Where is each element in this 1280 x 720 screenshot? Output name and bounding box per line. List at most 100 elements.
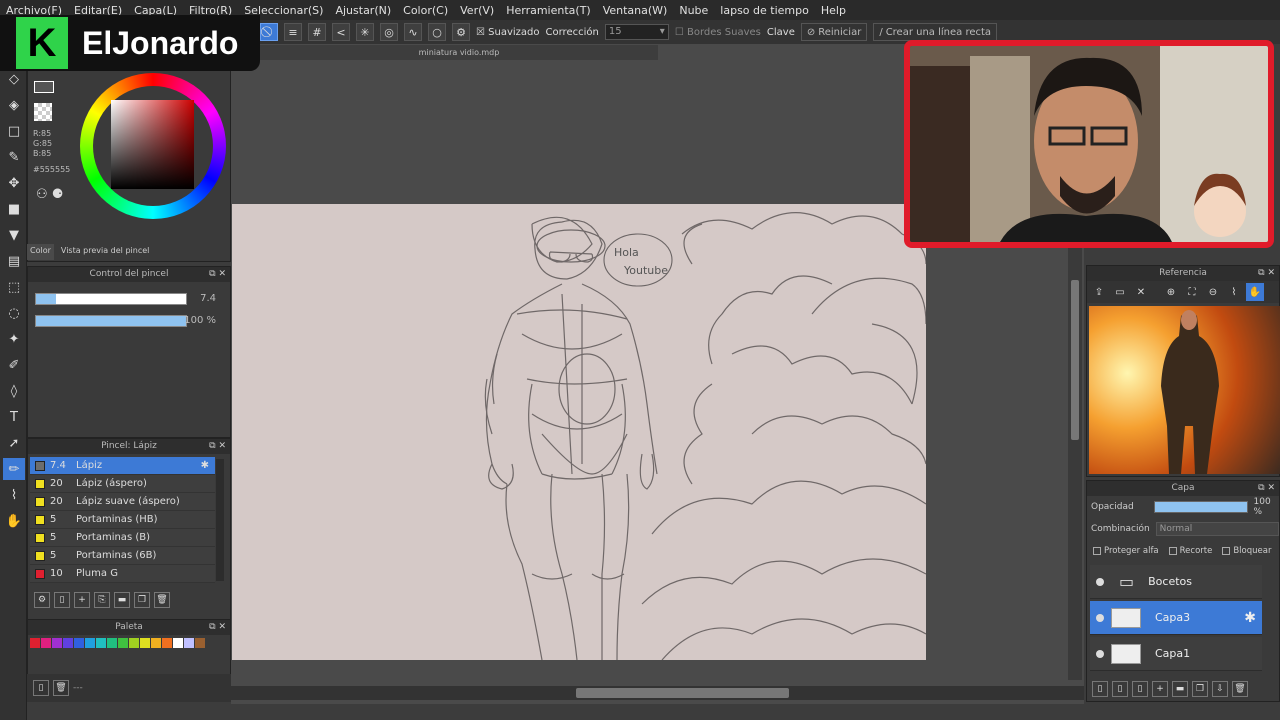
tab-color[interactable]: Color bbox=[27, 244, 54, 260]
gear-icon[interactable]: ✱ bbox=[1244, 610, 1256, 626]
menu-ajustar[interactable]: Ajustar(N) bbox=[335, 4, 391, 17]
snap-vanish-icon[interactable]: < bbox=[332, 23, 350, 41]
new-palette-icon[interactable]: ▯ bbox=[33, 680, 49, 696]
gradient-tool-icon[interactable]: ▤ bbox=[3, 250, 25, 272]
snap-off-icon[interactable]: ⃠ bbox=[260, 23, 278, 41]
select-eraser-tool-icon[interactable]: ◊ bbox=[3, 380, 25, 402]
add-layer-icon[interactable]: + bbox=[1152, 681, 1168, 697]
duplicate-icon[interactable]: ❐ bbox=[1192, 681, 1208, 697]
rectangle-tool-icon[interactable]: □ bbox=[3, 120, 25, 142]
brush-item[interactable]: 10 Pluma G bbox=[30, 565, 215, 583]
eyedropper-icon[interactable]: ⌇ bbox=[1225, 283, 1243, 301]
saturation-value-square[interactable] bbox=[111, 100, 194, 189]
palette-swatch[interactable] bbox=[162, 638, 172, 648]
folder-icon[interactable]: ▬ bbox=[1172, 681, 1188, 697]
ellipsis-icon[interactable]: --- bbox=[73, 683, 83, 693]
snap-parallel-icon[interactable]: ≡ bbox=[284, 23, 302, 41]
lasso-tool-icon[interactable]: ◌ bbox=[3, 302, 25, 324]
menu-herramienta[interactable]: Herramienta(T) bbox=[506, 4, 591, 17]
palette-swatch[interactable] bbox=[184, 638, 194, 648]
merge-icon[interactable]: ⇩ bbox=[1212, 681, 1228, 697]
palette-swatch[interactable] bbox=[140, 638, 150, 648]
layer-folder-bocetos[interactable]: ▭ Bocetos bbox=[1090, 565, 1262, 599]
new-brush-icon[interactable]: ▯ bbox=[54, 592, 70, 608]
document-tab[interactable]: miniatura vidio.mdp bbox=[260, 45, 658, 60]
palette-swatch[interactable] bbox=[30, 638, 40, 648]
bucket-tool-icon[interactable]: ▼ bbox=[3, 224, 25, 246]
menu-help[interactable]: Help bbox=[821, 4, 846, 17]
duplicate-icon[interactable]: ❐ bbox=[134, 592, 150, 608]
text-tool-icon[interactable]: T bbox=[3, 406, 25, 428]
brush-item[interactable]: 20 Lápiz suave (áspero) bbox=[30, 493, 215, 511]
layer-capa1[interactable]: Capa1 bbox=[1090, 637, 1262, 671]
hand-icon[interactable]: ✋ bbox=[1246, 283, 1264, 301]
new-layer-1bit-icon[interactable]: ▯ bbox=[1132, 681, 1148, 697]
new-layer-8bit-icon[interactable]: ▯ bbox=[1112, 681, 1128, 697]
visibility-icon[interactable] bbox=[1096, 613, 1104, 622]
proteger-alfa-checkbox[interactable]: Proteger alfa bbox=[1093, 546, 1159, 556]
correccion-select[interactable]: 15 ▾ bbox=[604, 24, 669, 40]
snap-circle-icon[interactable]: ○ bbox=[428, 23, 446, 41]
visibility-icon[interactable] bbox=[1096, 649, 1104, 658]
panel-close-icon[interactable]: ⧉ ✕ bbox=[209, 620, 226, 635]
snap-curve-icon[interactable]: ∿ bbox=[404, 23, 422, 41]
recorte-checkbox[interactable]: Recorte bbox=[1168, 546, 1212, 556]
select-rect-tool-icon[interactable]: ⬚ bbox=[3, 276, 25, 298]
operation-tool-icon[interactable]: ➚ bbox=[3, 432, 25, 454]
palette-swatch[interactable] bbox=[52, 638, 62, 648]
reference-image[interactable] bbox=[1089, 306, 1280, 474]
layer-capa3[interactable]: Capa3 ✱ bbox=[1090, 601, 1262, 635]
brush-item[interactable]: 20 Lápiz (áspero) bbox=[30, 475, 215, 493]
h-scroll-thumb[interactable] bbox=[576, 688, 789, 698]
upload-icon[interactable]: ⇪ bbox=[1090, 283, 1108, 301]
trash-icon[interactable]: 🗑 bbox=[1232, 681, 1248, 697]
brush-item[interactable]: 5 Portaminas (B) bbox=[30, 529, 215, 547]
snap-grid-icon[interactable]: # bbox=[308, 23, 326, 41]
folder-icon[interactable]: ▬ bbox=[114, 592, 130, 608]
menu-nube[interactable]: Nube bbox=[679, 4, 708, 17]
palette-swatch[interactable] bbox=[173, 638, 183, 648]
menu-ver[interactable]: Ver(V) bbox=[460, 4, 494, 17]
copy-brush-icon[interactable]: ⎘ bbox=[94, 592, 110, 608]
select-pen-tool-icon[interactable]: ✐ bbox=[3, 354, 25, 376]
trash-icon[interactable]: 🗑 bbox=[154, 592, 170, 608]
palette-swatch[interactable] bbox=[107, 638, 117, 648]
menu-ventana[interactable]: Ventana(W) bbox=[603, 4, 668, 17]
straight-line-button[interactable]: / Crear una línea recta bbox=[873, 23, 998, 41]
palette-swatch[interactable] bbox=[74, 638, 84, 648]
color-set-icons[interactable]: ⚇ ⚈ bbox=[36, 187, 63, 202]
new-layer-icon[interactable]: ▯ bbox=[1092, 681, 1108, 697]
transparent-color-swatch[interactable] bbox=[34, 103, 52, 121]
tab-brush-preview[interactable]: Vista previa del pincel bbox=[58, 244, 152, 260]
palette-swatch[interactable] bbox=[96, 638, 106, 648]
palette-swatch[interactable] bbox=[41, 638, 51, 648]
menu-lapso[interactable]: lapso de tiempo bbox=[720, 4, 809, 17]
menu-color[interactable]: Color(C) bbox=[403, 4, 448, 17]
visibility-icon[interactable] bbox=[1096, 577, 1104, 586]
brush-item[interactable]: 7.4 Lápiz ✱ bbox=[30, 457, 215, 475]
palette-swatch[interactable] bbox=[118, 638, 128, 648]
palette-swatch[interactable] bbox=[151, 638, 161, 648]
gear-icon[interactable]: ✱ bbox=[201, 460, 209, 471]
canvas-h-scrollbar[interactable] bbox=[231, 686, 1084, 700]
open-folder-icon[interactable]: ▭ bbox=[1111, 283, 1129, 301]
eraser-tool-icon[interactable]: ◇ bbox=[3, 68, 25, 90]
brush-item[interactable]: 5 Portaminas (HB) bbox=[30, 511, 215, 529]
panel-close-icon[interactable]: ⧉ ✕ bbox=[209, 267, 226, 282]
reiniciar-button[interactable]: ⊘ Reiniciar bbox=[800, 23, 868, 41]
snap-settings-icon[interactable]: ⚙ bbox=[452, 23, 470, 41]
magic-wand-tool-icon[interactable]: ✦ bbox=[3, 328, 25, 350]
v-scroll-thumb[interactable] bbox=[1071, 280, 1079, 440]
primary-color-swatch[interactable] bbox=[34, 81, 54, 93]
palette-swatch[interactable] bbox=[195, 638, 205, 648]
fill-rect-tool-icon[interactable]: ■ bbox=[3, 198, 25, 220]
panel-close-icon[interactable]: ⧉ ✕ bbox=[1258, 266, 1275, 281]
brush-settings-icon[interactable]: ⚙ bbox=[34, 592, 50, 608]
zoom-in-icon[interactable]: ⊕ bbox=[1162, 283, 1180, 301]
brush-list-scrollbar[interactable] bbox=[216, 459, 224, 581]
zoom-out-icon[interactable]: ⊖ bbox=[1204, 283, 1222, 301]
snap-concentric-icon[interactable]: ◎ bbox=[380, 23, 398, 41]
palette-swatch[interactable] bbox=[85, 638, 95, 648]
trash-icon[interactable]: 🗑 bbox=[53, 680, 69, 696]
layer-opacity-slider[interactable] bbox=[1153, 501, 1248, 513]
